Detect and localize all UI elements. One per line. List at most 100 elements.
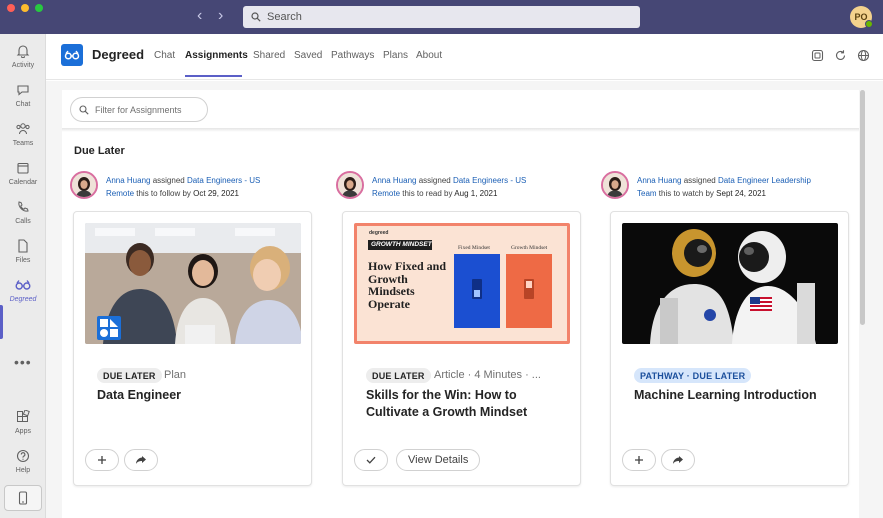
degreed-glasses-icon (64, 50, 80, 60)
assignment-text: Anna Huang assigned Data Engineer Leader… (637, 174, 811, 200)
global-search-input[interactable]: Search (243, 6, 640, 28)
group-link-cont[interactable]: Remote (106, 189, 134, 198)
assigner-link[interactable]: Anna Huang (106, 176, 150, 185)
group-link-cont[interactable]: Remote (372, 189, 400, 198)
rail-item-apps[interactable]: Apps (0, 406, 46, 444)
search-icon (79, 104, 89, 115)
assign-verb: assigned (681, 176, 718, 185)
tab-shared[interactable]: Shared (253, 50, 285, 61)
tab-plans[interactable]: Plans (383, 50, 408, 61)
back-arrow-icon[interactable]: ‹ (197, 8, 202, 24)
assigner-avatar[interactable] (70, 171, 98, 199)
status-badge: PATHWAY · DUE LATER (634, 368, 752, 383)
degreed-glasses-icon (15, 277, 31, 293)
share-arrow-icon (673, 456, 683, 464)
rail-label: Teams (12, 140, 34, 147)
group-link[interactable]: Data Engineers - US (187, 176, 260, 185)
card-title[interactable]: Data Engineer (97, 387, 297, 404)
filter-field[interactable] (70, 97, 208, 122)
open-in-browser-icon[interactable] (811, 49, 824, 62)
search-label: Search (267, 11, 302, 23)
globe-icon[interactable] (857, 49, 870, 62)
plus-icon (98, 456, 106, 464)
forward-arrow-icon[interactable]: › (218, 8, 223, 24)
add-button[interactable] (622, 449, 656, 471)
image-brand: degreed (369, 230, 389, 236)
mobile-device-button[interactable] (4, 485, 42, 511)
rail-item-chat[interactable]: Chat (0, 79, 46, 117)
mark-complete-button[interactable] (354, 449, 388, 471)
group-link[interactable]: Data Engineer Leadership (718, 176, 811, 185)
assigner-link[interactable]: Anna Huang (637, 176, 681, 185)
rail-item-degreed[interactable]: Degreed (0, 274, 46, 312)
group-link-cont[interactable]: Team (637, 189, 657, 198)
tab-about[interactable]: About (416, 50, 442, 61)
minimize-window-button[interactable] (21, 4, 29, 12)
rail-label: Calls (15, 218, 31, 225)
share-button[interactable] (661, 449, 695, 471)
mobile-phone-icon (18, 491, 28, 505)
status-badge: DUE LATER (97, 368, 162, 383)
learning-card[interactable]: degreed GROWTH MINDSET How Fixed and Gro… (342, 211, 581, 486)
rail-item-teams[interactable]: Teams (0, 118, 46, 156)
checkmark-icon (366, 456, 376, 464)
phone-icon (15, 199, 31, 215)
app-rail: Activity Chat Teams Calendar Calls Files… (0, 34, 46, 518)
group-link[interactable]: Data Engineers - US (453, 176, 526, 185)
add-button[interactable] (85, 449, 119, 471)
assigner-link[interactable]: Anna Huang (372, 176, 416, 185)
learning-card[interactable]: PATHWAY · DUE LATER Machine Learning Int… (610, 211, 849, 486)
share-arrow-icon (136, 456, 146, 464)
file-icon (15, 238, 31, 254)
assigner-avatar[interactable] (601, 171, 629, 199)
assignment-header: Anna Huang assigned Data Engineer Leader… (601, 171, 841, 201)
filter-divider (62, 128, 859, 132)
rail-label: Files (15, 257, 31, 264)
card-title[interactable]: Machine Learning Introduction (634, 387, 834, 404)
rail-label: Calendar (8, 179, 38, 186)
rail-item-help[interactable]: Help (0, 445, 46, 483)
filter-input[interactable] (95, 104, 200, 115)
due-date: Oct 29, 2021 (193, 189, 239, 198)
rail-item-calendar[interactable]: Calendar (0, 157, 46, 195)
tab-chat[interactable]: Chat (154, 50, 175, 61)
rail-item-calls[interactable]: Calls (0, 196, 46, 234)
view-details-button[interactable]: View Details (396, 449, 481, 471)
degreed-logo (61, 44, 83, 66)
chat-bubble-icon (15, 82, 31, 98)
rail-label: Activity (11, 62, 35, 69)
rail-item-files[interactable]: Files (0, 235, 46, 273)
maximize-window-button[interactable] (35, 4, 43, 12)
status-badge: DUE LATER (366, 368, 431, 383)
plus-icon (635, 456, 643, 464)
tab-assignments[interactable]: Assignments (185, 50, 248, 61)
share-button[interactable] (124, 449, 158, 471)
apps-grid-icon (15, 409, 31, 425)
image-headline: How Fixed and Growth Mindsets Operate (368, 259, 447, 311)
more-apps-icon[interactable]: ••• (14, 354, 32, 370)
rail-item-activity[interactable]: Activity (0, 40, 46, 78)
assignment-text: Anna Huang assigned Data Engineers - US … (372, 174, 526, 200)
card-title[interactable]: Skills for the Win: How to Cultivate a G… (366, 387, 556, 421)
close-window-button[interactable] (7, 4, 15, 12)
rail-label: Degreed (9, 296, 37, 303)
rail-label: Apps (15, 428, 31, 435)
active-tab-underline (185, 75, 242, 77)
image-fixed-label: Fixed Mindset (458, 245, 490, 251)
assign-verb: assigned (150, 176, 187, 185)
due-date: Sept 24, 2021 (716, 189, 766, 198)
refresh-icon[interactable] (834, 49, 847, 62)
presence-available-icon (865, 20, 873, 28)
assign-action: this to follow by (134, 189, 194, 198)
calendar-icon (15, 160, 31, 176)
tab-pathways[interactable]: Pathways (331, 50, 374, 61)
tab-saved[interactable]: Saved (294, 50, 322, 61)
rail-label: Chat (15, 101, 31, 108)
vertical-scrollbar[interactable] (860, 90, 865, 325)
assign-action: this to read by (400, 189, 455, 198)
bell-icon (15, 43, 31, 59)
assignment-header: Anna Huang assigned Data Engineers - US … (70, 171, 310, 201)
assigner-avatar[interactable] (336, 171, 364, 199)
due-date: Aug 1, 2021 (454, 189, 498, 198)
learning-card[interactable]: DUE LATER Plan Data Engineer (73, 211, 312, 486)
